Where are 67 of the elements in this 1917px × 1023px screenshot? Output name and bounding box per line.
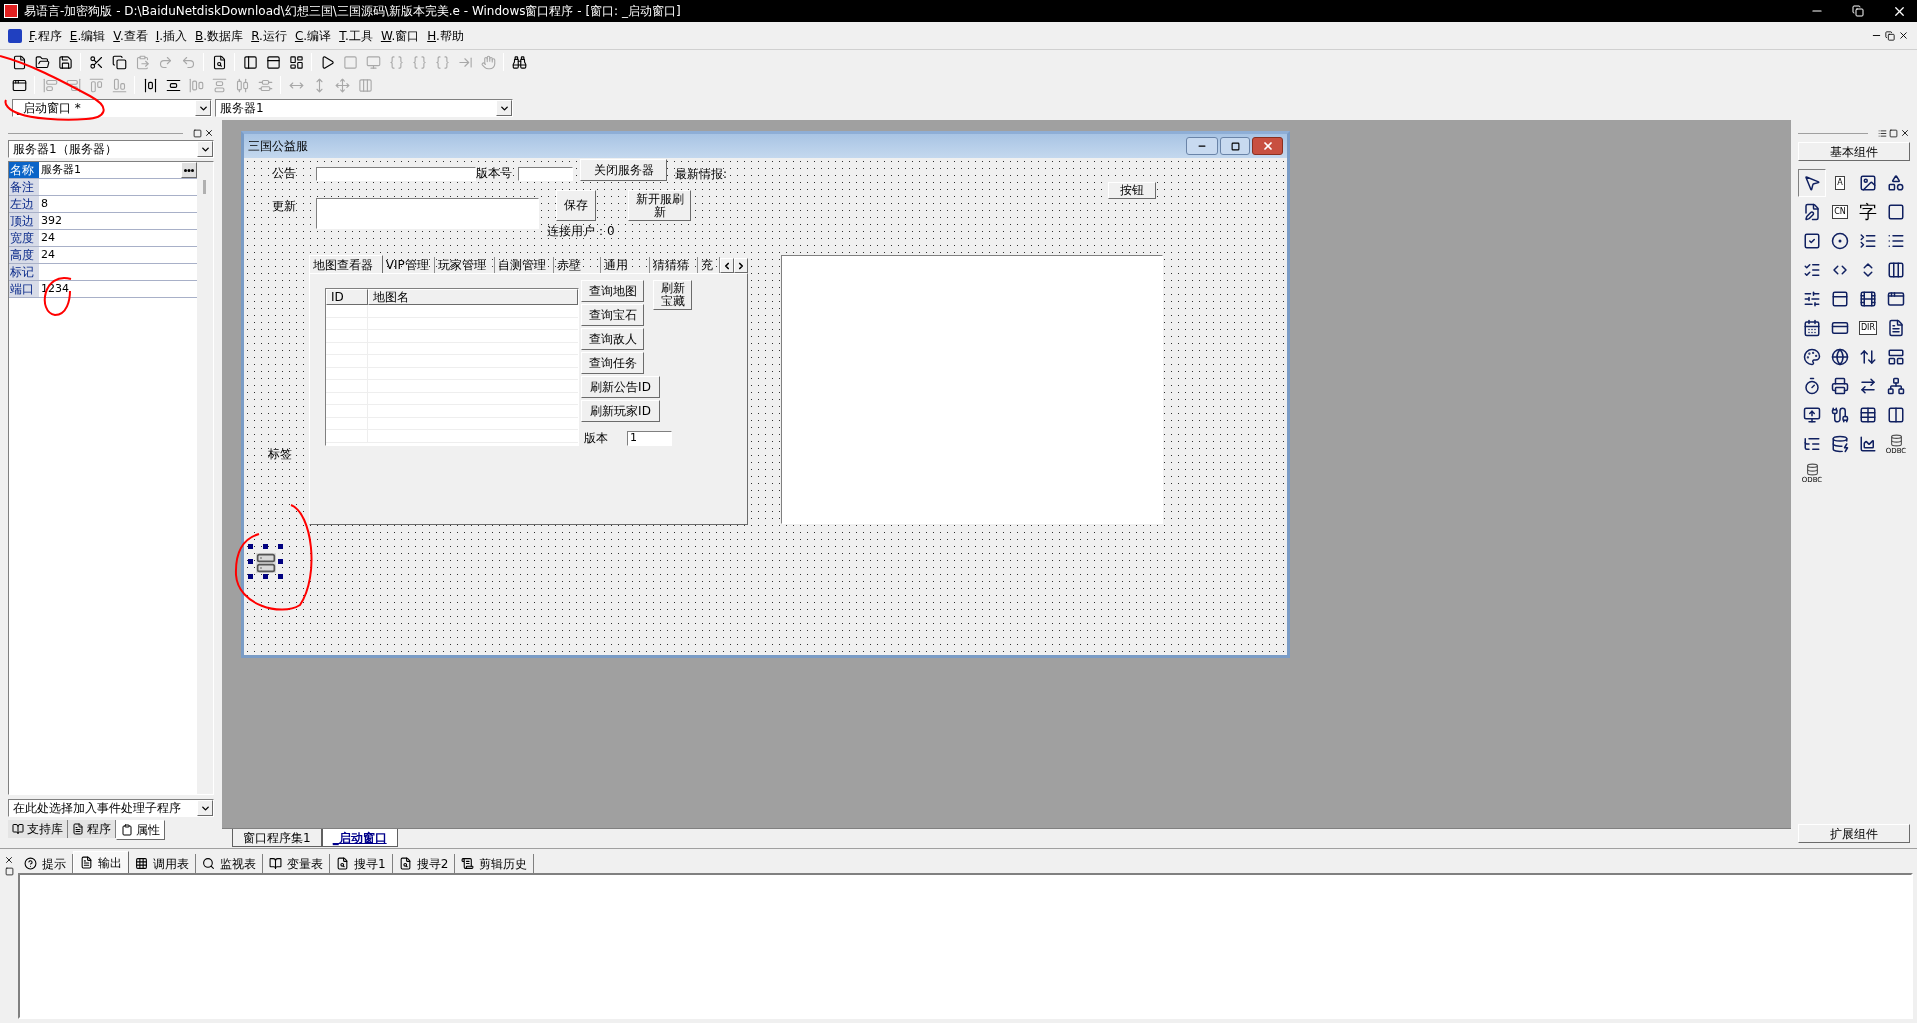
property-name[interactable]: 名称 [9,162,39,178]
component-glyph: A [1835,176,1845,190]
menu-item[interactable]: T.工具 [336,26,376,45]
component-glyph: 字 [1859,202,1877,222]
object-combo[interactable]: 服务器1（服务器） [8,140,214,158]
property-name[interactable]: 宽度 [9,230,39,246]
panel-tab[interactable]: 程序 [68,820,116,838]
menu-item[interactable]: R.运行 [248,26,290,45]
property-name[interactable]: 顶边 [9,213,39,229]
column-header[interactable]: ID [326,289,368,305]
window-title: 易语言-加密狗版 - D:\BaiduNetdiskDownload\幻想三国\三国源码\新版本完美.e - Windows窗口程序 - [窗口: _启动窗口] [24,3,682,20]
property-value[interactable]: 服务器1 [39,162,181,178]
form-button[interactable]: 查询任务 [581,352,644,374]
object-combo[interactable]: 服务器1 [215,99,513,117]
extended-components-button[interactable]: 扩展组件 [1798,824,1910,843]
menu-item[interactable]: V.查看 [110,26,151,45]
property-name[interactable]: 备注 [9,179,39,195]
menu-item[interactable]: B.数据库 [192,26,247,45]
component-glyph: CN [1832,205,1848,219]
toolbox-item[interactable]: A [1826,169,1854,197]
form-button[interactable]: 查询宝石 [581,304,644,326]
window-title: 三国公益服 [248,138,309,155]
property-name[interactable]: 高度 [9,247,39,263]
form-label: 版本 [584,430,608,446]
component-glyph: DIR [1858,321,1878,335]
toolbox-item[interactable]: 字 [1854,198,1882,226]
document-tab[interactable]: _启动窗口 [321,829,398,847]
menu-item[interactable]: H.帮助 [424,26,467,45]
toolbox-item[interactable]: CN [1826,198,1854,226]
event-combo[interactable]: 在此处选择加入事件处理子程序 [8,799,214,817]
panel-tab[interactable]: 支持库 [8,820,68,838]
property-value[interactable]: 24 [39,230,197,246]
form-button[interactable]: 按钮 [1108,182,1156,199]
form-label: 公告 [272,165,297,181]
property-value[interactable]: 8 [39,196,197,212]
basic-components-button[interactable]: 基本组件 [1798,142,1910,161]
property-name[interactable]: 端口 [9,281,39,297]
column-header[interactable]: 地图名 [368,289,578,305]
document-tab[interactable]: 窗口程序集1 [232,829,322,847]
list-view[interactable]: ID 地图名 [325,288,579,446]
property-name[interactable]: 标记 [9,264,39,280]
form-button[interactable]: 查询敌人 [581,328,644,350]
output-tab[interactable]: 输出 [73,851,129,873]
version-field[interactable]: 1 [627,431,672,446]
menu-item[interactable]: F.程序 [26,26,65,45]
form-label: 更新 [272,198,297,214]
form-button[interactable]: 查询地图 [581,280,644,302]
panel-tab[interactable]: 属性 [116,820,165,840]
form-button[interactable]: 刷新玩家ID [581,400,660,422]
form-tab[interactable]: 地图查看器 [309,255,383,273]
toolbox-item[interactable]: DIR [1854,314,1882,342]
property-value[interactable]: 392 [39,213,197,229]
form-button[interactable]: 刷新公告ID [581,376,660,398]
form-label: 最新情报: [675,166,729,182]
form-button[interactable]: 关闭服务器 [580,159,667,181]
form-button[interactable]: 新开服刷新 [628,190,691,221]
form-button[interactable]: 刷新宝藏 [653,280,692,310]
menu-item[interactable]: E.编辑 [66,26,109,45]
form-label: 连接用户：0 [547,223,616,239]
property-value[interactable]: 24 [39,247,197,263]
form-label: 标签 [268,446,293,462]
form-label: 版本号 [476,165,513,181]
menu-item[interactable]: W.窗口 [377,26,423,45]
menu-item[interactable]: C.编译 [291,26,335,45]
property-name[interactable]: 左边 [9,196,39,212]
menu-item[interactable]: I.插入 [152,26,191,45]
form-button[interactable]: 保存 [556,190,596,221]
